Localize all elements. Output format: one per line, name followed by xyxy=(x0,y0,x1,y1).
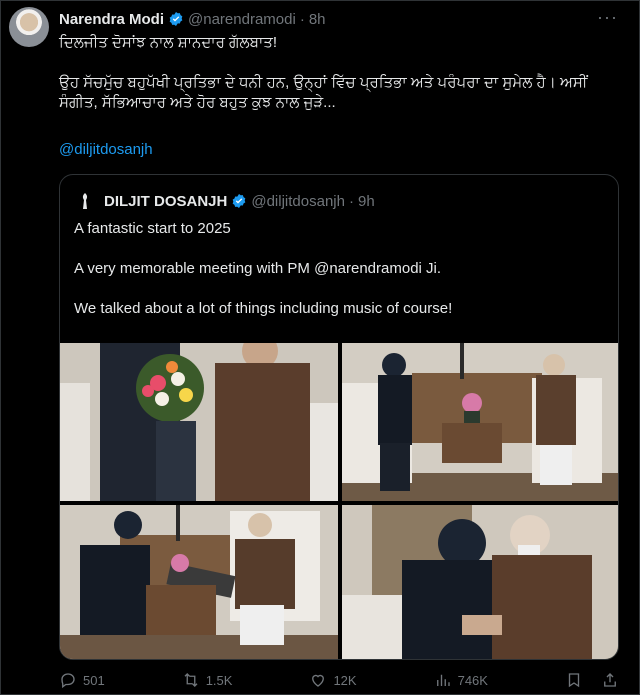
quote-header: DILJIT DOSANJH @diljitdosanjh · 9h xyxy=(74,190,375,212)
views-count: 746K xyxy=(457,672,488,688)
photo-grid xyxy=(60,343,618,659)
more-options-icon[interactable]: ··· xyxy=(597,7,617,27)
logo-icon xyxy=(82,193,88,209)
quote-body: A fantastic start to 2025 A very memorab… xyxy=(74,219,604,339)
tweet-body: ਦਿਲਜੀਤ ਦੋਸਾਂਝ ਨਾਲ ਸ਼ਾਨਦਾਰ ਗੱਲਬਾਤ! ਉਹ ਸੱਚ… xyxy=(59,33,615,133)
quote-author-handle[interactable]: @diljitdosanjh xyxy=(251,193,345,210)
photo-4[interactable] xyxy=(342,505,618,659)
views-icon xyxy=(436,674,450,686)
photo-2-illustration xyxy=(342,343,618,501)
quote-author-name[interactable]: DILJIT DOSANJH xyxy=(104,193,227,210)
author-handle[interactable]: @narendramodi xyxy=(188,11,296,28)
tweet-line-2: ਉਹ ਸੱਚਮੁੱਚ ਬਹੁਪੱਖੀ ਪ੍ਰਤਿਭਾ ਦੇ ਧਨੀ ਹਨ, ਉਨ… xyxy=(59,74,588,111)
reply-count: 501 xyxy=(83,672,105,688)
bookmark-icon xyxy=(568,673,580,688)
quote-line-2: A very memorable meeting with PM @narend… xyxy=(74,260,442,277)
repost-button[interactable]: 1.5K xyxy=(182,671,233,689)
mention-link[interactable]: @diljitdosanjh xyxy=(59,141,153,158)
quoted-tweet[interactable]: DILJIT DOSANJH @diljitdosanjh · 9h A fan… xyxy=(59,174,619,660)
tweet-card[interactable]: Narendra Modi @narendramodi · 8h ··· ਦਿਲ… xyxy=(0,0,640,695)
photo-3-illustration xyxy=(60,505,338,659)
tweet-line-1: ਦਿਲਜੀਤ ਦੋਸਾਂਝ ਨਾਲ ਸ਼ਾਨਦਾਰ ਗੱਲਬਾਤ! xyxy=(59,34,278,51)
quote-line-3: We talked about a lot of things includin… xyxy=(74,300,453,317)
photo-1[interactable] xyxy=(60,343,338,501)
right-actions xyxy=(565,671,619,689)
verified-badge-icon xyxy=(169,12,183,26)
bookmark-button[interactable] xyxy=(565,671,583,689)
photo-4-illustration xyxy=(342,505,618,659)
share-button[interactable] xyxy=(601,671,619,689)
reply-button[interactable]: 501 xyxy=(59,671,105,689)
quote-line-1: A fantastic start to 2025 xyxy=(74,220,231,237)
repost-icon xyxy=(184,673,198,687)
post-time[interactable]: 8h xyxy=(309,11,326,28)
separator-dot: · xyxy=(299,10,305,28)
separator-dot: · xyxy=(348,192,354,210)
photo-2[interactable] xyxy=(342,343,618,501)
share-icon xyxy=(604,673,616,687)
author-avatar[interactable] xyxy=(9,7,49,47)
photo-3[interactable] xyxy=(60,505,338,659)
like-button[interactable]: 12K xyxy=(309,671,357,689)
quote-time[interactable]: 9h xyxy=(358,193,375,210)
like-count: 12K xyxy=(333,672,357,688)
reply-icon xyxy=(61,673,75,689)
action-bar: 501 1.5K 12K 746K xyxy=(59,669,619,691)
photo-1-illustration xyxy=(60,343,338,501)
views-button[interactable]: 746K xyxy=(434,671,488,689)
repost-count: 1.5K xyxy=(205,672,233,688)
author-name[interactable]: Narendra Modi xyxy=(59,11,164,28)
verified-badge-icon xyxy=(233,194,246,208)
tweet-header: Narendra Modi @narendramodi · 8h xyxy=(59,9,619,29)
quote-author-avatar[interactable] xyxy=(74,190,96,212)
like-icon xyxy=(312,674,325,687)
